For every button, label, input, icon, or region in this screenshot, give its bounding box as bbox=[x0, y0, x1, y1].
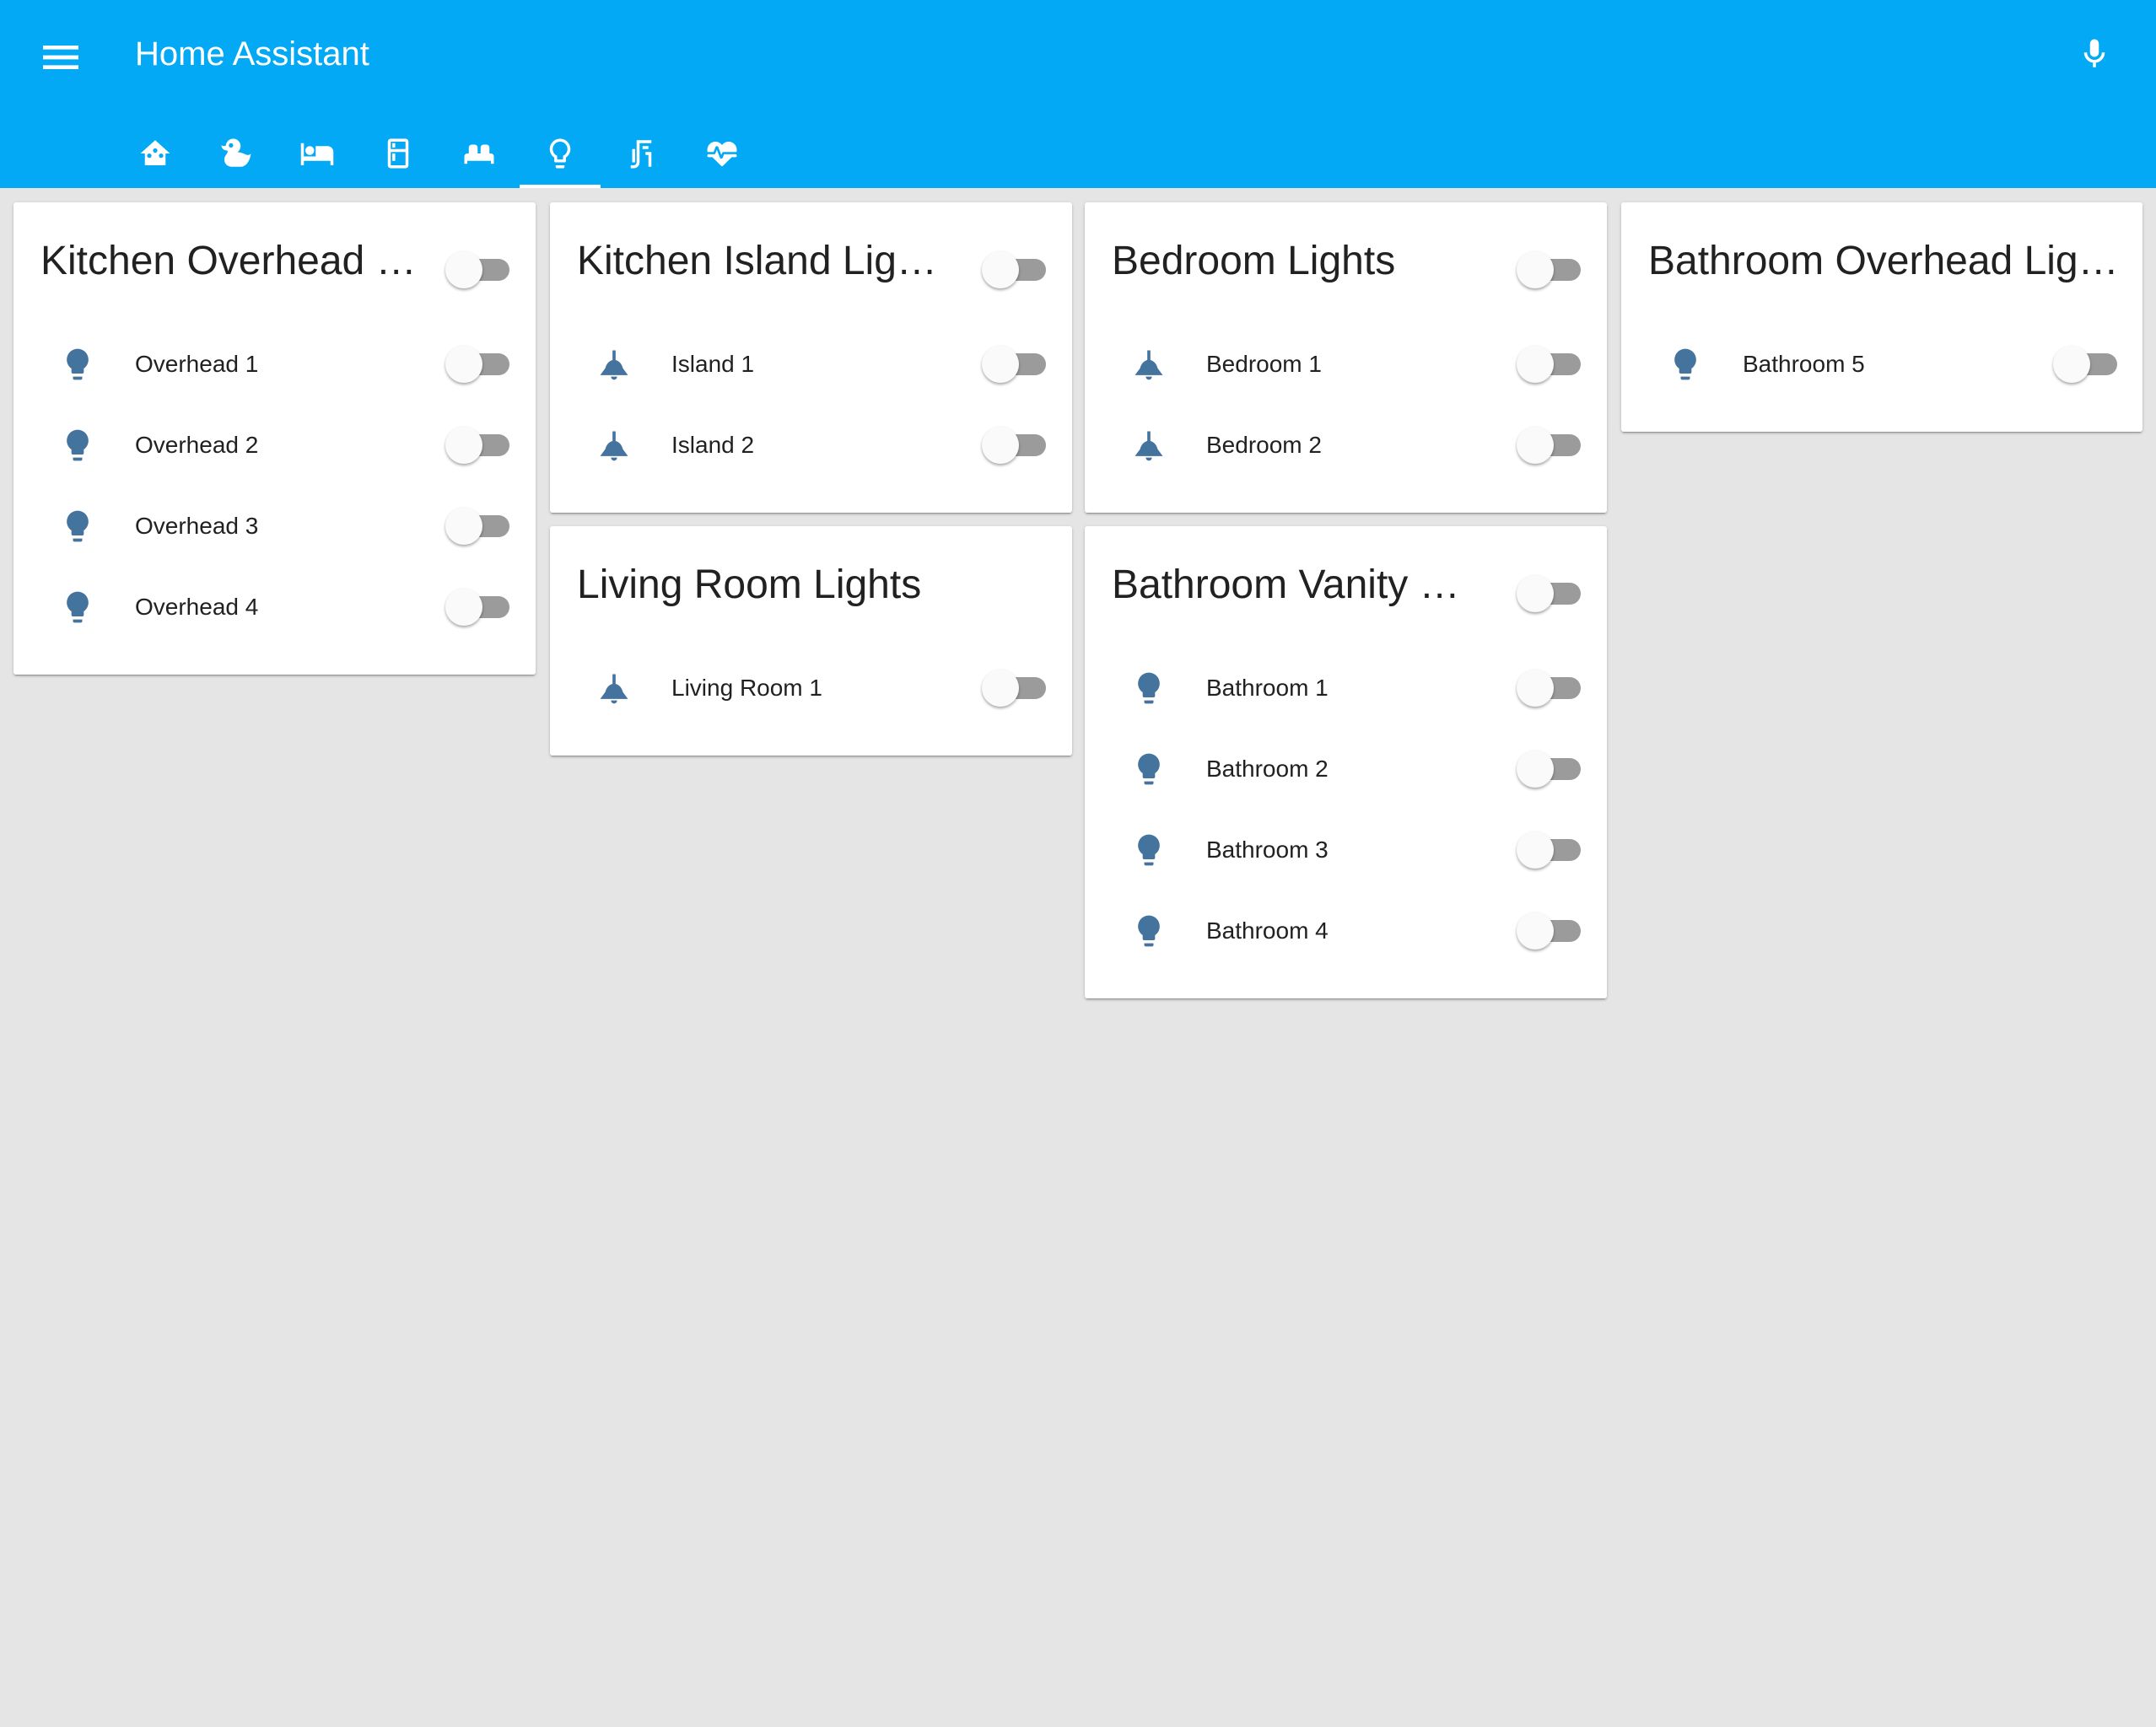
bathtub-icon bbox=[630, 139, 652, 168]
menu-icon bbox=[43, 46, 78, 69]
entity-toggle[interactable] bbox=[1517, 346, 1584, 383]
entity-row: Bathroom 3 bbox=[1085, 810, 1607, 890]
entity-row: Island 1 bbox=[550, 324, 1072, 405]
bed-icon bbox=[300, 143, 334, 165]
entity-toggle[interactable] bbox=[1517, 427, 1584, 464]
card-title: Bathroom Vanity Lights bbox=[1112, 562, 1474, 607]
group-toggle-bedroom[interactable] bbox=[1517, 251, 1584, 288]
entity-toggle[interactable] bbox=[1517, 670, 1584, 707]
ceiling-light-icon bbox=[596, 670, 633, 707]
entity-row: Bathroom 1 bbox=[1085, 648, 1607, 729]
entity-toggle[interactable] bbox=[445, 589, 513, 626]
tab-duck[interactable] bbox=[196, 118, 277, 188]
lightbulb-icon bbox=[59, 427, 96, 464]
entity-row: Overhead 1 bbox=[13, 324, 536, 405]
ceiling-light-icon bbox=[596, 427, 633, 464]
entity-row: Bathroom 4 bbox=[1085, 890, 1607, 971]
tab-living-room[interactable] bbox=[439, 118, 520, 188]
lightbulb-icon bbox=[1130, 912, 1167, 950]
entity-label[interactable]: Bathroom 3 bbox=[1206, 810, 1329, 890]
entity-label[interactable]: Bedroom 2 bbox=[1206, 405, 1322, 486]
entity-label[interactable]: Bathroom 1 bbox=[1206, 648, 1329, 729]
tab-bathroom[interactable] bbox=[601, 118, 682, 188]
entity-label[interactable]: Island 2 bbox=[671, 405, 754, 486]
entity-toggle[interactable] bbox=[982, 427, 1049, 464]
lightbulb-icon bbox=[1130, 831, 1167, 869]
entity-toggle[interactable] bbox=[2053, 346, 2121, 383]
group-toggle-kitchen-island[interactable] bbox=[982, 251, 1049, 288]
group-toggle-kitchen-overhead[interactable] bbox=[445, 251, 513, 288]
card-bathroom-overhead-lights: Bathroom Overhead Lights Bathroom 5 bbox=[1621, 202, 2143, 432]
entity-label[interactable]: Overhead 4 bbox=[135, 567, 258, 648]
entity-row: Island 2 bbox=[550, 405, 1072, 486]
tab-home[interactable] bbox=[115, 118, 196, 188]
home-assistant-icon bbox=[140, 139, 170, 165]
card-kitchen-island-lights: Kitchen Island Lights Island 1 Island 2 bbox=[550, 202, 1072, 513]
microphone-icon bbox=[2083, 39, 2105, 67]
voice-command-button[interactable] bbox=[2077, 32, 2112, 76]
entity-label[interactable]: Island 1 bbox=[671, 324, 754, 405]
tab-kitchen[interactable] bbox=[358, 118, 439, 188]
lightbulb-icon bbox=[1667, 346, 1704, 383]
entity-toggle[interactable] bbox=[982, 670, 1049, 707]
entity-toggle[interactable] bbox=[1517, 912, 1584, 950]
entity-label[interactable]: Overhead 3 bbox=[135, 486, 258, 567]
card-bedroom-lights: Bedroom Lights Bedroom 1 Bedroom 2 bbox=[1085, 202, 1607, 513]
fridge-icon bbox=[387, 138, 409, 168]
entity-label[interactable]: Living Room 1 bbox=[671, 648, 822, 729]
card-living-room-lights: Living Room Lights Living Room 1 bbox=[550, 526, 1072, 756]
entity-label[interactable]: Overhead 2 bbox=[135, 405, 258, 486]
entity-row: Living Room 1 bbox=[550, 648, 1072, 729]
entity-toggle[interactable] bbox=[445, 427, 513, 464]
entity-row: Overhead 4 bbox=[13, 567, 536, 648]
lightbulb-icon bbox=[59, 589, 96, 626]
card-title: Bedroom Lights bbox=[1112, 239, 1396, 283]
lightbulb-icon bbox=[59, 508, 96, 545]
duck-icon bbox=[221, 138, 251, 167]
tab-lights[interactable] bbox=[520, 118, 601, 188]
entity-label[interactable]: Bathroom 2 bbox=[1206, 729, 1329, 810]
lightbulb-outline-icon bbox=[549, 138, 571, 168]
entity-label[interactable]: Bedroom 1 bbox=[1206, 324, 1322, 405]
entity-toggle[interactable] bbox=[445, 346, 513, 383]
entity-label[interactable]: Bathroom 5 bbox=[1743, 324, 1865, 405]
card-title: Bathroom Overhead Lights bbox=[1648, 239, 2121, 283]
app-header: Home Assistant bbox=[0, 0, 2156, 188]
entity-toggle[interactable] bbox=[1517, 751, 1584, 788]
card-title: Living Room Lights bbox=[577, 562, 922, 607]
menu-button[interactable] bbox=[37, 34, 84, 81]
entity-row: Overhead 3 bbox=[13, 486, 536, 567]
card-bathroom-vanity-lights: Bathroom Vanity Lights Bathroom 1 Bathro… bbox=[1085, 526, 1607, 998]
entity-label[interactable]: Overhead 1 bbox=[135, 324, 258, 405]
lightbulb-icon bbox=[1130, 670, 1167, 707]
lightbulb-icon bbox=[1130, 751, 1167, 788]
tab-bedroom[interactable] bbox=[277, 118, 358, 188]
ceiling-light-icon bbox=[1130, 346, 1167, 383]
entity-toggle[interactable] bbox=[982, 346, 1049, 383]
lightbulb-icon bbox=[59, 346, 96, 383]
entity-row: Bedroom 1 bbox=[1085, 324, 1607, 405]
group-toggle-bathroom-vanity[interactable] bbox=[1517, 575, 1584, 612]
entity-toggle[interactable] bbox=[1517, 831, 1584, 869]
entity-label[interactable]: Bathroom 4 bbox=[1206, 890, 1329, 971]
entity-row: Bedroom 2 bbox=[1085, 405, 1607, 486]
ceiling-light-icon bbox=[1130, 427, 1167, 464]
app-title: Home Assistant bbox=[135, 35, 369, 73]
card-title: Kitchen Island Lights bbox=[577, 239, 948, 283]
entity-row: Bathroom 2 bbox=[1085, 729, 1607, 810]
tab-health[interactable] bbox=[682, 118, 763, 188]
card-kitchen-overhead-lights: Kitchen Overhead Lights Overhead 1 Overh… bbox=[13, 202, 536, 675]
card-title: Kitchen Overhead Lights bbox=[40, 239, 437, 283]
ceiling-light-icon bbox=[596, 346, 633, 383]
view-tabs bbox=[0, 118, 2156, 188]
entity-row: Overhead 2 bbox=[13, 405, 536, 486]
entity-row: Bathroom 5 bbox=[1621, 324, 2143, 405]
heart-pulse-icon bbox=[707, 141, 737, 166]
entity-toggle[interactable] bbox=[445, 508, 513, 545]
sofa-icon bbox=[464, 144, 494, 164]
